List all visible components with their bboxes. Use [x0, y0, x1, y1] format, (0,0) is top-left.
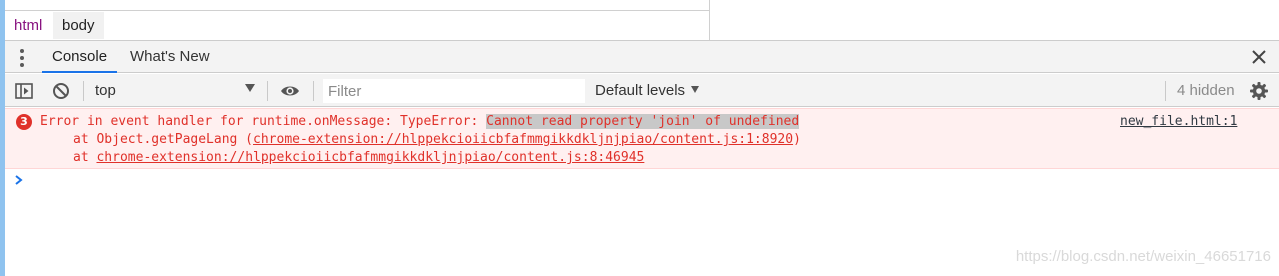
error-count-badge: 3: [16, 114, 32, 130]
stack-trace-line-2: at chrome-extension://hlppekcioiicbfafmm…: [73, 150, 645, 165]
log-levels-label: Default levels: [595, 82, 686, 99]
hidden-messages-count: 4 hidden: [1177, 82, 1235, 99]
console-toolbar: top Default levels 4 hidden: [5, 74, 1279, 107]
filter-input[interactable]: [323, 79, 585, 103]
eye-icon[interactable]: [279, 80, 301, 102]
context-selector[interactable]: top: [95, 74, 116, 107]
sidebar-toggle-icon[interactable]: [13, 80, 35, 102]
source-location-link[interactable]: new_file.html:1: [1120, 113, 1237, 131]
watermark: https://blog.csdn.net/weixin_46651716: [1015, 248, 1271, 265]
stack-link-1[interactable]: chrome-extension://hlppekcioiicbfafmmgik…: [253, 132, 793, 147]
breadcrumb-item-html[interactable]: html: [5, 12, 51, 39]
stack-link-2[interactable]: chrome-extension://hlppekcioiicbfafmmgik…: [96, 150, 644, 165]
stack-trace-line-1: at Object.getPageLang (chrome-extension:…: [73, 132, 801, 147]
elements-breadcrumb-bar: [5, 0, 710, 40]
settings-gear-icon[interactable]: [1248, 80, 1270, 102]
dropdown-caret-icon[interactable]: [245, 84, 255, 92]
tab-console[interactable]: Console: [42, 41, 118, 73]
error-highlight: Cannot read property 'join' of undefined: [486, 114, 800, 129]
levels-caret-icon: [691, 86, 700, 93]
error-message-line: Error in event handler for runtime.onMes…: [40, 114, 800, 129]
prompt-chevron-icon[interactable]: [12, 172, 26, 188]
clear-console-icon[interactable]: [50, 80, 72, 102]
close-icon[interactable]: [1249, 47, 1269, 67]
drawer-tab-bar: Console What's New: [5, 40, 1279, 73]
kebab-menu-icon[interactable]: [17, 48, 27, 68]
log-levels-dropdown[interactable]: Default levels: [595, 74, 700, 107]
tab-whats-new[interactable]: What's New: [120, 41, 220, 73]
console-error-message: 3 Error in event handler for runtime.onM…: [5, 108, 1279, 169]
breadcrumb-item-body[interactable]: body: [53, 12, 104, 39]
